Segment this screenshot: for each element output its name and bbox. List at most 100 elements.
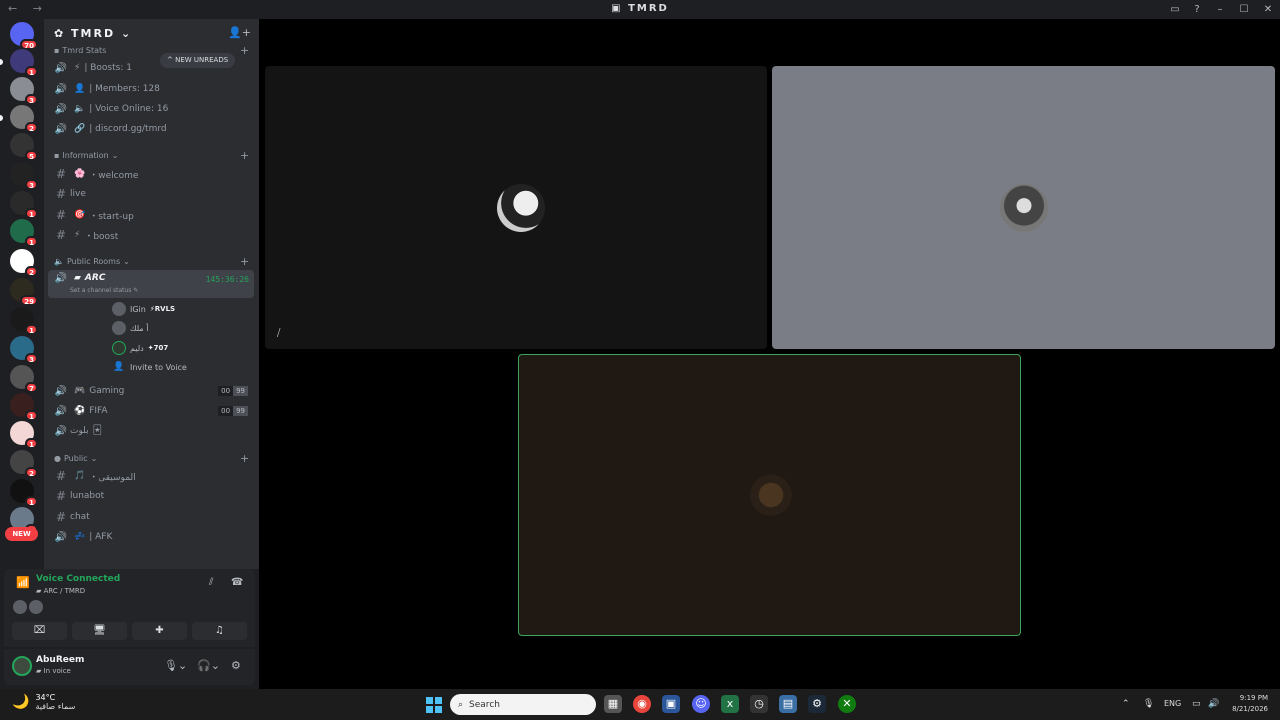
new-server-pill[interactable]: NEW <box>5 527 38 541</box>
avatar[interactable] <box>12 656 32 676</box>
category-public-rooms[interactable]: 🔈 Public Rooms ⌄ + <box>54 255 249 268</box>
signal-icon[interactable]: 📶 <box>16 576 30 589</box>
channel-chat[interactable]: # chat <box>48 507 254 527</box>
add-channel-icon[interactable]: + <box>240 452 249 465</box>
steam-icon[interactable]: ⚙ <box>808 695 826 713</box>
server-icon[interactable]: 3 <box>10 162 38 190</box>
mention-badge: 7 <box>25 382 38 393</box>
server-icon[interactable]: 1 <box>10 191 38 219</box>
voice-channel-baloot[interactable]: 🔊 بلوت 🃏 <box>48 421 254 441</box>
participant-avatar <box>747 471 795 519</box>
channel-stat-voice-online[interactable]: 🔊 🔈 | Voice Online: 16 <box>48 99 254 119</box>
inbox-icon[interactable]: ▭ <box>1164 4 1186 15</box>
video-tile-1[interactable]: ⧸ <box>265 66 767 349</box>
server-icon[interactable]: 1 <box>10 479 38 507</box>
server-icon[interactable]: 1 <box>10 49 38 77</box>
headphones-icon[interactable]: 🎧⌄ <box>197 659 220 672</box>
server-icon[interactable]: 7 <box>10 365 38 393</box>
activities-button[interactable]: ✚ <box>132 622 187 640</box>
channel-status[interactable]: Set a channel status ✎ <box>70 287 138 294</box>
channel-sidebar: ✿ TMRD ⌄ 👤+ ▪ Tmrd Stats + ^ NEW UNREADS… <box>44 19 259 569</box>
language-indicator[interactable]: ENG <box>1164 699 1181 708</box>
voice-user-3[interactable]: دليم ✦707 <box>112 339 168 357</box>
user-panel: AbuReem ▰ In voice 🎙⌄ 🎧⌄ ⚙ <box>4 649 255 685</box>
add-channel-icon[interactable]: + <box>240 255 249 268</box>
teams-icon[interactable]: ▣ <box>662 695 680 713</box>
voice-user-2[interactable]: أ ملك <box>112 319 148 337</box>
clock[interactable]: 9:19 PM 8/21/2026 <box>1228 693 1268 715</box>
app-icon[interactable]: ◷ <box>750 695 768 713</box>
server-icon[interactable]: 3 <box>10 77 38 105</box>
server-icon[interactable]: 1 <box>10 219 38 247</box>
user-tag-text: 707 <box>153 344 169 352</box>
add-channel-icon[interactable]: + <box>240 149 249 162</box>
server-icon[interactable]: 2 <box>10 450 38 478</box>
server-icon[interactable]: 5 <box>10 133 38 161</box>
add-channel-icon[interactable]: + <box>240 44 249 57</box>
direct-messages-icon[interactable]: 70 <box>10 22 38 50</box>
server-icon[interactable]: 1 <box>10 307 38 335</box>
category-information[interactable]: ▪ Information ⌄ + <box>54 149 249 162</box>
task-view-icon[interactable]: ▦ <box>604 695 622 713</box>
tray-overflow-icon[interactable]: ⌃ <box>1122 699 1130 709</box>
xbox-icon[interactable]: ✕ <box>838 695 856 713</box>
taskbar-search[interactable]: ⌕ Search <box>450 694 596 715</box>
help-icon[interactable]: ? <box>1186 4 1208 15</box>
disconnect-icon[interactable]: ☎ <box>231 577 243 588</box>
server-icon[interactable]: 3 <box>10 336 38 364</box>
discord-icon[interactable]: ☺ <box>692 695 710 713</box>
server-icon[interactable]: 2 <box>10 105 38 133</box>
avatar[interactable] <box>13 600 27 614</box>
voice-status-title[interactable]: Voice Connected <box>36 574 120 584</box>
volume-icon[interactable]: 🔊 <box>1208 699 1219 709</box>
speaker-icon: 🔊 <box>54 425 68 437</box>
channel-start-up[interactable]: # 🎯 ・start-up <box>48 205 254 225</box>
voice-channel-afk[interactable]: 🔊 💤 | AFK <box>48 527 254 547</box>
tray-mic-icon[interactable]: 🎙 <box>1143 699 1154 709</box>
start-button[interactable] <box>426 697 442 713</box>
excel-icon[interactable]: x <box>721 695 739 713</box>
category-public[interactable]: ● Public ⌄ + <box>54 452 249 465</box>
channel-boost[interactable]: # ⚡ ・boost <box>48 225 254 245</box>
maximize-button[interactable]: ☐ <box>1232 4 1256 15</box>
voice-user-1[interactable]: IGin ⚡RVLS 🔇 ▶ <box>112 300 175 318</box>
network-icon[interactable]: ▭ <box>1192 699 1201 709</box>
channel-music[interactable]: # 🎵 ・الموسيقى <box>48 466 254 486</box>
camera-button[interactable]: ⌧ <box>12 622 67 640</box>
user-name[interactable]: AbuReem <box>36 655 84 665</box>
close-button[interactable]: ✕ <box>1256 4 1280 15</box>
voice-channel-path-text: ARC / TMRD <box>43 587 86 595</box>
chrome-icon[interactable]: ◉ <box>633 695 651 713</box>
screen-share-button[interactable]: 🖥 <box>72 622 127 640</box>
voice-channel-gaming[interactable]: 🔊 🎮 Gaming 00 99 <box>48 381 254 401</box>
channel-lunabot[interactable]: # lunabot <box>48 486 254 506</box>
gear-icon[interactable]: ⚙ <box>231 659 241 672</box>
invite-to-voice[interactable]: 👤 Invite to Voice › <box>112 358 186 376</box>
channel-stat-invite[interactable]: 🔊 🔗 | discord.gg/tmrd <box>48 119 254 139</box>
channel-welcome[interactable]: # 🌸 ・welcome <box>48 164 254 184</box>
category-stats[interactable]: ▪ Tmrd Stats + <box>54 44 249 57</box>
video-tile-speaking[interactable] <box>518 354 1021 636</box>
voice-channel-fifa[interactable]: 🔊 ⚽ FIFA 00 99 <box>48 401 254 421</box>
guild-header[interactable]: ✿ TMRD ⌄ 👤+ <box>44 19 259 49</box>
avatar[interactable] <box>29 600 43 614</box>
server-icon[interactable]: 2 <box>10 249 38 277</box>
voice-channel-arc[interactable]: 🔊 ▰ ARC 145:36:26 Set a channel status ✎ <box>48 270 254 298</box>
channel-stat-members[interactable]: 🔊 👤 | Members: 128 <box>48 79 254 99</box>
minimize-button[interactable]: – <box>1208 4 1232 15</box>
weather-widget[interactable]: 🌙 34°C سماء صافية <box>12 693 75 711</box>
server-icon[interactable]: 29 <box>10 278 38 306</box>
hash-icon: # <box>55 167 67 181</box>
invite-people-icon[interactable]: 👤+ <box>228 26 251 39</box>
noise-suppression-icon[interactable]: ⫽ <box>209 577 213 588</box>
soundboard-button[interactable]: ♫ <box>192 622 247 640</box>
channel-stat-boosts[interactable]: 🔊 ⚡ | Boosts: 1 <box>48 58 254 78</box>
photos-icon[interactable]: ▤ <box>779 695 797 713</box>
video-tile-2[interactable] <box>772 66 1275 349</box>
microphone-icon[interactable]: 🎙⌄ <box>164 659 187 672</box>
server-icon[interactable]: 1 <box>10 393 38 421</box>
server-icon[interactable]: 1 <box>10 421 38 449</box>
user-name: IGin <box>130 304 146 314</box>
channel-live[interactable]: # live <box>48 184 254 204</box>
voice-channel-path[interactable]: ▰ ARC / TMRD <box>36 587 85 595</box>
